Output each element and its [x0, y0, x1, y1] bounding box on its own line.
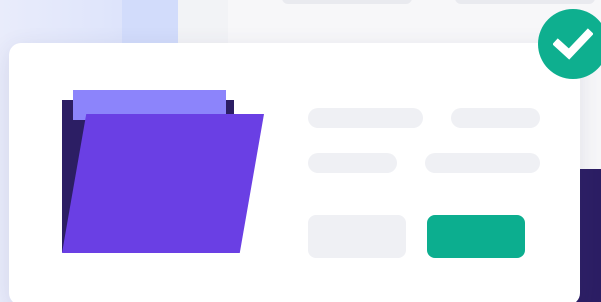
placeholder-line [425, 153, 540, 173]
secondary-button[interactable] [308, 215, 406, 258]
checkmark-icon [553, 28, 593, 60]
check-circle-icon [538, 9, 601, 79]
placeholder-line [308, 153, 397, 173]
placeholder-line [451, 108, 540, 128]
placeholder-line [308, 108, 423, 128]
folder-front-panel [62, 114, 264, 253]
background-top-pill [455, 0, 595, 4]
background-top-pill [282, 0, 412, 4]
primary-button[interactable] [427, 215, 525, 258]
illustration-canvas [0, 0, 601, 302]
